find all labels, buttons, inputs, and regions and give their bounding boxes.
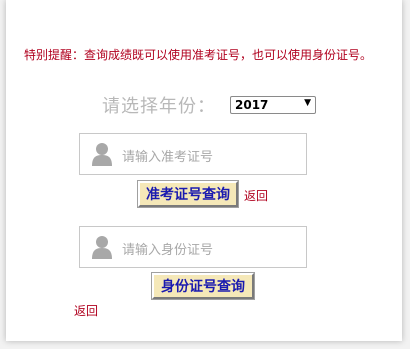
notice-text: 特别提醒：查询成绩既可以使用准考证号，也可以使用身份证号。 [24,48,373,62]
query-panel: 特别提醒：查询成绩既可以使用准考证号，也可以使用身份证号。 请选择年份： 201… [6,0,402,341]
year-label: 请选择年份： [102,96,216,117]
exam-number-query-button[interactable]: 准考证号查询 [137,180,239,208]
id-number-query-button[interactable]: 身份证号查询 [151,272,255,300]
exam-number-input[interactable]: 请输入准考证号 [79,133,307,175]
user-icon [92,143,112,166]
exam-back-link[interactable]: 返回 [244,187,268,204]
id-number-input[interactable]: 请输入身份证号 [79,226,307,268]
year-selected-value: 2017 [235,98,269,112]
id-number-placeholder: 请输入身份证号 [122,243,214,258]
id-back-link[interactable]: 返回 [74,302,98,319]
user-icon [92,236,112,259]
exam-number-placeholder: 请输入准考证号 [122,150,214,165]
dropdown-arrow-icon: ▼ [304,98,311,108]
year-select[interactable]: 2017 ▼ [230,96,316,114]
